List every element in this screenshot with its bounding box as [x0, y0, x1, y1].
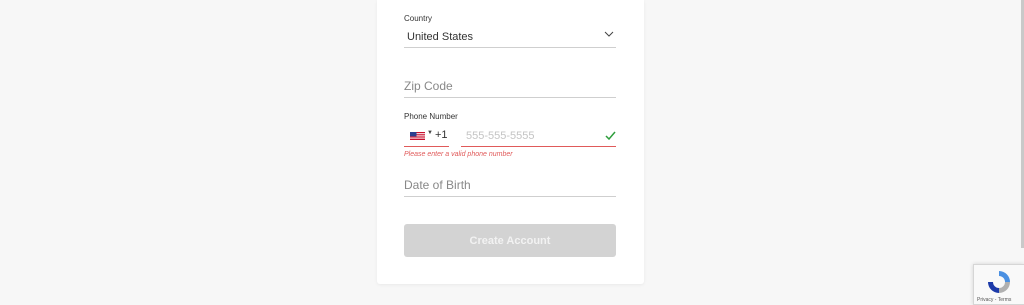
recaptcha-badge[interactable]: Privacy - Terms — [973, 264, 1024, 305]
dial-code: +1 — [435, 129, 448, 141]
checkmark-icon — [605, 131, 616, 140]
us-flag-icon — [410, 132, 425, 140]
zip-field[interactable]: Zip Code — [404, 71, 616, 98]
country-field[interactable]: Country United States — [404, 14, 616, 48]
dob-placeholder: Date of Birth — [404, 178, 471, 192]
phone-row: ▼ +1 555-555-5555 — [404, 125, 616, 147]
phone-label: Phone Number — [404, 112, 458, 121]
country-select[interactable]: United States — [404, 27, 616, 48]
caret-down-icon: ▼ — [427, 130, 433, 136]
zip-input[interactable]: Zip Code — [404, 71, 616, 98]
dob-field[interactable]: Date of Birth — [404, 170, 616, 197]
zip-placeholder: Zip Code — [404, 79, 453, 93]
create-account-button[interactable]: Create Account — [404, 224, 616, 257]
recaptcha-links[interactable]: Privacy - Terms — [977, 297, 1011, 303]
phone-placeholder: 555-555-5555 — [466, 130, 535, 142]
phone-country-picker[interactable]: ▼ +1 — [404, 125, 449, 147]
phone-error-message: Please enter a valid phone number — [404, 151, 513, 158]
recaptcha-icon — [988, 271, 1010, 293]
dob-input[interactable]: Date of Birth — [404, 170, 616, 197]
phone-field: Phone Number ▼ +1 555-555-5555 Please en… — [404, 112, 616, 158]
country-label: Country — [404, 14, 433, 23]
signup-card: Country United States Zip Code Phone Num… — [377, 0, 644, 284]
country-value: United States — [407, 31, 474, 43]
chevron-down-icon — [604, 31, 614, 37]
phone-input[interactable]: 555-555-5555 — [461, 125, 616, 147]
